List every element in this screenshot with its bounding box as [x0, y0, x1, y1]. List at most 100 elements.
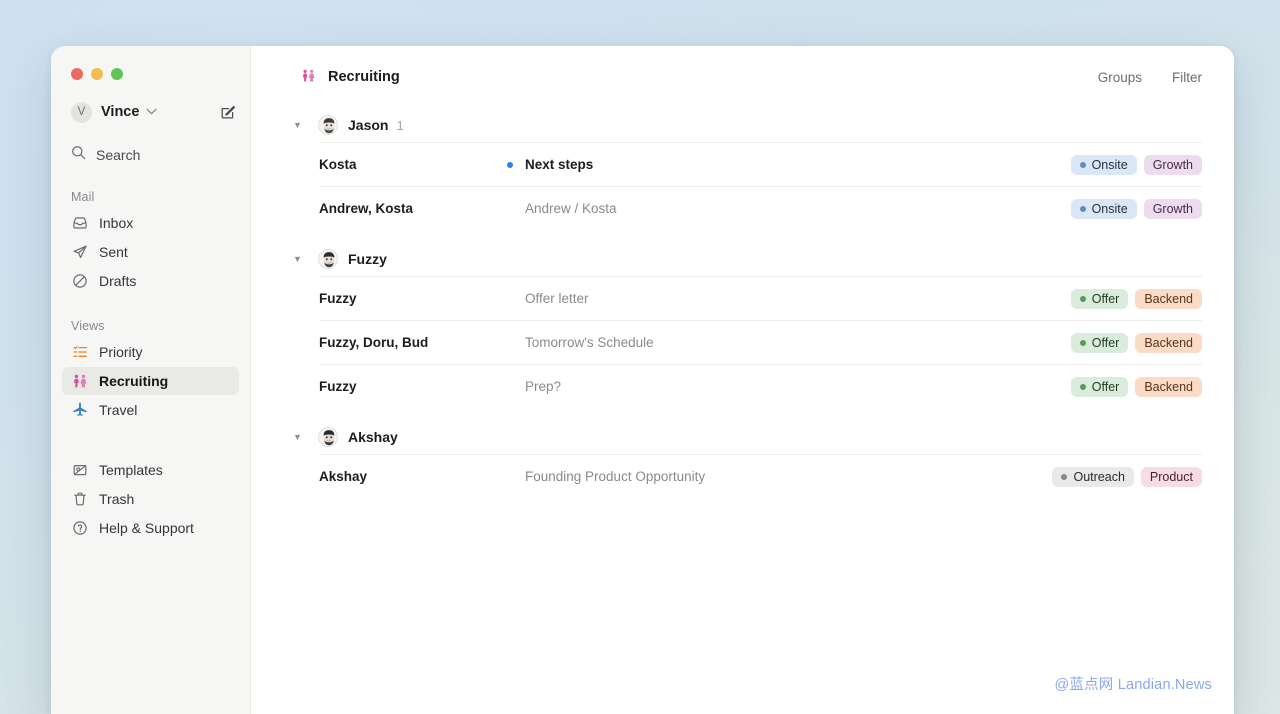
conversation-group: ▼ Fuzzy Fuzzy Offer letter Offer Backend Fuzz…	[251, 242, 1234, 408]
groups-button[interactable]: Groups	[1098, 70, 1142, 85]
avatar	[318, 427, 338, 447]
conversation-participants: Fuzzy	[319, 379, 357, 394]
sidebar-section-views-label: Views	[71, 319, 105, 333]
conversation-subject-wrap: Andrew / Kosta	[525, 201, 1057, 216]
conversation-group: ▼ Jason 1 Kosta Next steps Onsite Growth Andre…	[251, 108, 1234, 230]
compose-icon[interactable]	[220, 104, 236, 120]
conversation-subject-wrap: Tomorrow's Schedule	[525, 335, 1057, 350]
avatar	[318, 249, 338, 269]
account-name: Vince	[101, 104, 140, 120]
conversation-subject: Founding Product Opportunity	[525, 469, 706, 484]
people-icon	[71, 373, 88, 390]
disclosure-triangle-icon[interactable]: ▼	[293, 254, 305, 264]
conversation-group-list: ▼ Jason 1 Kosta Next steps Onsite Growth Andre…	[251, 108, 1234, 498]
close-window-button[interactable]	[71, 67, 83, 80]
send-icon	[71, 244, 88, 261]
conversation-participants: Akshay	[319, 469, 368, 484]
conversation-subject-wrap: Prep?	[525, 379, 1057, 394]
sidebar-item-label: Sent	[99, 244, 128, 260]
group-name: Fuzzy	[348, 251, 387, 267]
unread-dot-icon	[507, 161, 513, 168]
conversation-row[interactable]: Fuzzy Offer letter Offer Backend	[319, 276, 1202, 320]
watermark: @蓝点网 Landian.News	[1054, 677, 1212, 693]
page-title: Recruiting	[328, 69, 400, 85]
window-controls	[51, 60, 250, 82]
minimize-window-button[interactable]	[91, 67, 103, 80]
people-icon	[301, 69, 316, 85]
sidebar-item-label: Inbox	[99, 215, 134, 231]
tag-onsite[interactable]: Onsite	[1070, 198, 1137, 219]
avatar	[318, 115, 338, 135]
disclosure-triangle-icon[interactable]: ▼	[293, 432, 305, 442]
conversation-subject: Tomorrow's Schedule	[525, 335, 654, 350]
tag-growth[interactable]: Growth	[1143, 198, 1202, 219]
conversation-row[interactable]: Akshay Founding Product Opportunity Outrea…	[319, 454, 1202, 498]
priority-list-icon	[71, 344, 88, 361]
tag-backend[interactable]: Backend	[1135, 288, 1202, 309]
tag-label: Product	[1149, 469, 1193, 484]
tag-backend[interactable]: Backend	[1135, 376, 1202, 397]
tag-status-dot-icon	[1079, 205, 1086, 212]
tag-list: Outreach Product	[1038, 466, 1202, 487]
sidebar-item-priority[interactable]: Priority	[62, 338, 239, 366]
tag-growth[interactable]: Growth	[1143, 154, 1202, 175]
sidebar-item-travel[interactable]: Travel	[62, 396, 239, 424]
sidebar-item-label: Trash	[99, 491, 135, 507]
sidebar: V Vince Search Mail Inbox Sent Drafts Vi…	[51, 46, 251, 714]
tag-status-dot-icon	[1079, 339, 1086, 346]
group-header[interactable]: ▼ Akshay	[251, 420, 1234, 454]
sidebar-item-drafts[interactable]: Drafts	[62, 267, 239, 295]
conversation-participants: Fuzzy	[319, 291, 357, 306]
sidebar-section-mail-label: Mail	[71, 190, 95, 204]
sidebar-item-sent[interactable]: Sent	[62, 238, 239, 266]
tag-label: Backend	[1144, 291, 1193, 306]
chevron-down-icon[interactable]	[146, 107, 158, 118]
sidebar-item-trash[interactable]: Trash	[62, 485, 239, 513]
tag-status-dot-icon	[1079, 161, 1086, 168]
tag-onsite[interactable]: Onsite	[1070, 154, 1137, 175]
group-header[interactable]: ▼ Fuzzy	[251, 242, 1234, 276]
group-count-badge: 1	[396, 117, 404, 133]
tag-offer[interactable]: Offer	[1070, 376, 1129, 397]
sidebar-item-label: Recruiting	[99, 373, 169, 389]
tag-list: Offer Backend	[1057, 376, 1202, 397]
sidebar-item-help-support[interactable]: Help & Support	[62, 514, 239, 542]
sidebar-item-label: Priority	[99, 344, 143, 360]
sidebar-item-label: Templates	[99, 462, 163, 478]
sidebar-item-label: Travel	[99, 402, 138, 418]
tag-label: Growth	[1152, 201, 1193, 216]
filter-button[interactable]: Filter	[1172, 70, 1202, 85]
tag-label: Offer	[1091, 335, 1120, 350]
search-input[interactable]: Search	[71, 144, 236, 166]
conversation-subject: Next steps	[525, 157, 594, 172]
tag-status-dot-icon	[1079, 295, 1086, 302]
group-header[interactable]: ▼ Jason 1	[251, 108, 1234, 142]
disclosure-triangle-icon[interactable]: ▼	[293, 120, 305, 130]
tag-outreach[interactable]: Outreach	[1052, 466, 1134, 487]
account-switcher[interactable]: V Vince	[71, 99, 236, 125]
sidebar-item-inbox[interactable]: Inbox	[62, 209, 239, 237]
tag-offer[interactable]: Offer	[1070, 332, 1129, 353]
tag-label: Backend	[1144, 379, 1193, 394]
conversation-participants: Kosta	[319, 157, 357, 172]
tag-status-dot-icon	[1079, 383, 1086, 390]
conversation-row[interactable]: Fuzzy, Doru, Bud Tomorrow's Schedule Offer…	[319, 320, 1202, 364]
tag-product[interactable]: Product	[1140, 466, 1202, 487]
conversation-row[interactable]: Andrew, Kosta Andrew / Kosta Onsite Growth	[319, 186, 1202, 230]
conversation-row[interactable]: Fuzzy Prep? Offer Backend	[319, 364, 1202, 408]
tag-offer[interactable]: Offer	[1070, 288, 1129, 309]
trash-icon	[71, 491, 88, 508]
conversation-subject: Prep?	[525, 379, 562, 394]
avatar: V	[71, 101, 92, 123]
tag-label: Offer	[1091, 291, 1120, 306]
tag-backend[interactable]: Backend	[1135, 332, 1202, 353]
search-placeholder: Search	[96, 147, 141, 163]
sidebar-item-templates[interactable]: Templates	[62, 456, 239, 484]
help-circle-icon	[71, 520, 88, 537]
conversation-rows: Akshay Founding Product Opportunity Outrea…	[251, 454, 1234, 498]
maximize-window-button[interactable]	[111, 67, 123, 80]
sidebar-item-label: Drafts	[99, 273, 137, 289]
sidebar-item-recruiting[interactable]: Recruiting	[62, 367, 239, 395]
conversation-row[interactable]: Kosta Next steps Onsite Growth	[319, 142, 1202, 186]
